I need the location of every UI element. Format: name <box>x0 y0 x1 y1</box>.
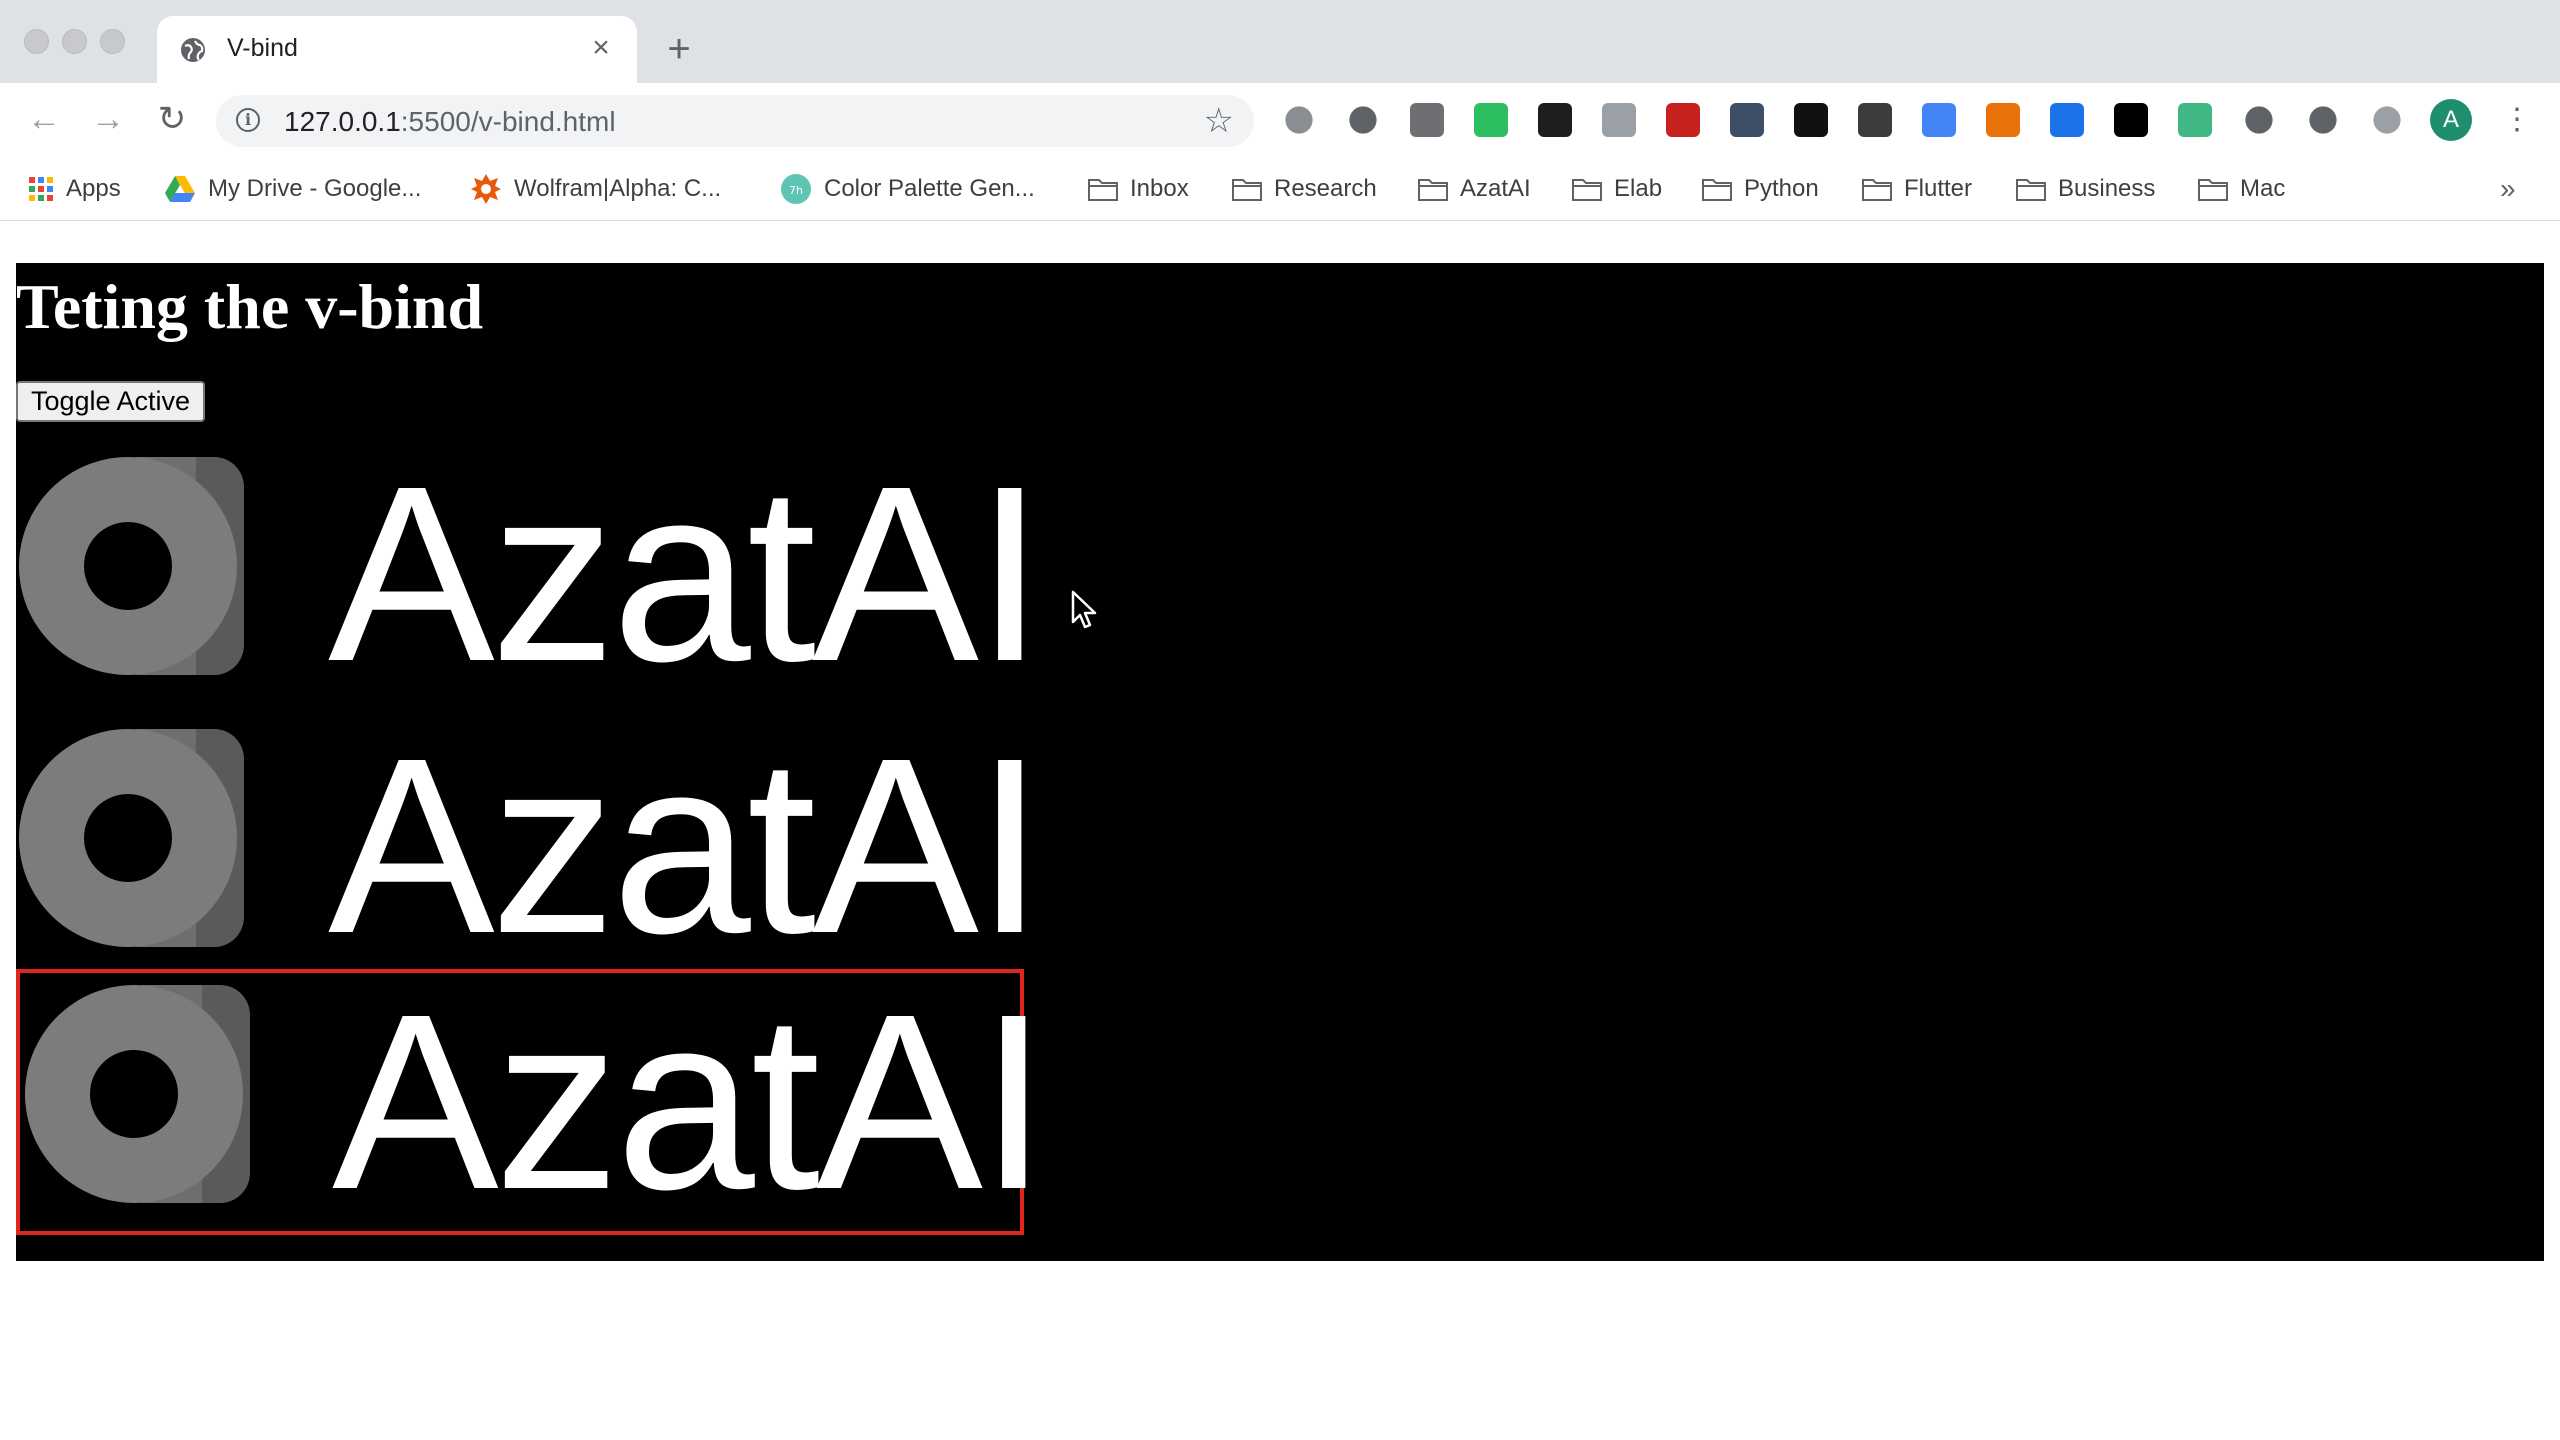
notion-extension-icon[interactable] <box>1794 103 1828 137</box>
profile-avatar[interactable]: A <box>2430 99 2472 141</box>
bookmark-folder-python[interactable]: Python <box>1702 169 1819 209</box>
bookmark-folder-mac[interactable]: Mac <box>2198 169 2285 209</box>
bookmark-folder-azatai[interactable]: AzatAI <box>1418 169 1531 209</box>
page-title: Teting the v-bind <box>16 271 484 342</box>
bookmark-label: Research <box>1274 175 1377 202</box>
url-path: :5500/v-bind.html <box>400 106 616 137</box>
brand-item: AzatAI <box>16 713 1044 979</box>
folder-icon <box>1418 177 1448 201</box>
folder-icon <box>1232 177 1262 201</box>
folder-icon <box>1862 177 1892 201</box>
brand-item: AzatAI <box>16 441 1044 707</box>
forward-button[interactable]: → <box>86 97 130 141</box>
browser-menu-icon[interactable]: ⋮ <box>2500 99 2534 141</box>
window-zoom-button[interactable] <box>100 29 125 54</box>
bookmark-label: Mac <box>2240 175 2286 202</box>
bookmarks-overflow-icon[interactable]: » <box>2500 169 2516 209</box>
bookmark-label: Color Palette Gen... <box>824 175 1035 202</box>
jetbrains-extension-icon[interactable] <box>2114 103 2148 137</box>
folder-icon <box>1702 177 1732 201</box>
close-tab-icon[interactable]: × <box>583 30 619 66</box>
tampermonkey-extension-icon[interactable] <box>1538 103 1572 137</box>
off-badge-extension-icon[interactable] <box>1730 103 1764 137</box>
book-extension-icon[interactable] <box>1666 103 1700 137</box>
download-extension-icon[interactable] <box>1602 103 1636 137</box>
evernote-extension-icon[interactable] <box>1474 103 1508 137</box>
toggle-extension-icon[interactable] <box>1986 103 2020 137</box>
brand-name: AzatAI <box>328 706 1044 985</box>
brand-item-active: AzatAI <box>16 969 1048 1235</box>
onepassword-extension-icon[interactable] <box>2050 103 2084 137</box>
browser-toolbar: ← → ↻ i 127.0.0.1:5500/v-bind.html ☆ A ⋮ <box>0 83 2560 157</box>
tab-strip: V-bind × + <box>0 0 2560 83</box>
mouse-cursor-icon <box>1071 590 1097 629</box>
azatai-logo-icon <box>19 457 244 675</box>
bookmark-color-palette[interactable]: 7h Color Palette Gen... <box>780 169 1035 209</box>
apps-grid-icon <box>29 177 53 201</box>
bookmark-label: Python <box>1744 175 1819 202</box>
site-info-icon[interactable]: i <box>236 108 260 132</box>
wolfram-icon <box>471 174 501 204</box>
bookmark-label: Wolfram|Alpha: C... <box>514 175 722 202</box>
folder-icon <box>2198 177 2228 201</box>
bookmark-folder-elab[interactable]: Elab <box>1572 169 1662 209</box>
brand-name: AzatAI <box>332 962 1048 1241</box>
bookmark-folder-inbox[interactable]: Inbox <box>1088 169 1189 209</box>
bookmark-label: AzatAI <box>1460 175 1531 202</box>
window-close-button[interactable] <box>24 29 49 54</box>
back-button[interactable]: ← <box>22 97 66 141</box>
bookmark-folder-flutter[interactable]: Flutter <box>1862 169 1972 209</box>
hypothesis-extension-icon[interactable] <box>1410 103 1444 137</box>
color-palette-icon: 7h <box>781 174 811 204</box>
bookmark-apps[interactable]: Apps <box>28 169 121 209</box>
new-tab-button[interactable]: + <box>656 26 702 72</box>
folder-icon <box>2016 177 2046 201</box>
bookmark-label: Elab <box>1614 175 1663 202</box>
media-queue-icon[interactable] <box>2373 106 2401 134</box>
puzzle-extensions-icon[interactable] <box>2309 106 2337 134</box>
url-text[interactable]: 127.0.0.1:5500/v-bind.html <box>284 106 616 138</box>
brand-name: AzatAI <box>328 434 1044 713</box>
vue-devtools-extension-icon[interactable] <box>2178 103 2212 137</box>
tab-title: V-bind <box>227 34 298 62</box>
bookmark-label: My Drive - Google... <box>208 175 422 202</box>
bookmark-wolfram-alpha[interactable]: Wolfram|Alpha: C... <box>470 169 721 209</box>
page-content: Teting the v-bind Toggle Active AzatAI A… <box>16 263 2544 1261</box>
bookmark-star-icon[interactable]: ☆ <box>1204 103 1234 139</box>
bookmark-label: Inbox <box>1130 175 1189 202</box>
mouse-extension-icon[interactable] <box>2245 106 2273 134</box>
google-drive-icon <box>165 176 195 202</box>
bookmark-label: Flutter <box>1904 175 1973 202</box>
pocket-extension-icon[interactable] <box>1349 106 1377 134</box>
google-translate-extension-icon[interactable] <box>1922 103 1956 137</box>
azatai-logo-icon <box>25 985 250 1203</box>
cube-extension-icon[interactable] <box>1858 103 1892 137</box>
reload-button[interactable]: ↻ <box>150 97 194 141</box>
globe-icon <box>181 38 205 62</box>
browser-tab-active[interactable]: V-bind × <box>157 16 637 83</box>
bookmark-folder-research[interactable]: Research <box>1232 169 1377 209</box>
folder-icon <box>1572 177 1602 201</box>
address-bar[interactable]: i 127.0.0.1:5500/v-bind.html ☆ <box>216 95 1254 147</box>
settings-gear-extension-icon[interactable] <box>1285 106 1313 134</box>
bookmark-label: Apps <box>66 175 121 202</box>
bookmark-folder-business[interactable]: Business <box>2016 169 2155 209</box>
window-minimize-button[interactable] <box>62 29 87 54</box>
toggle-active-button[interactable]: Toggle Active <box>16 381 205 422</box>
azatai-logo-icon <box>19 729 244 947</box>
bookmarks-bar: Apps My Drive - Google... Wolfram|Alpha:… <box>0 157 2560 221</box>
bookmark-google-drive[interactable]: My Drive - Google... <box>164 169 421 209</box>
svg-text:7h: 7h <box>789 184 803 197</box>
bookmark-label: Business <box>2058 175 2156 202</box>
url-host: 127.0.0.1 <box>284 106 401 137</box>
folder-icon <box>1088 177 1118 201</box>
